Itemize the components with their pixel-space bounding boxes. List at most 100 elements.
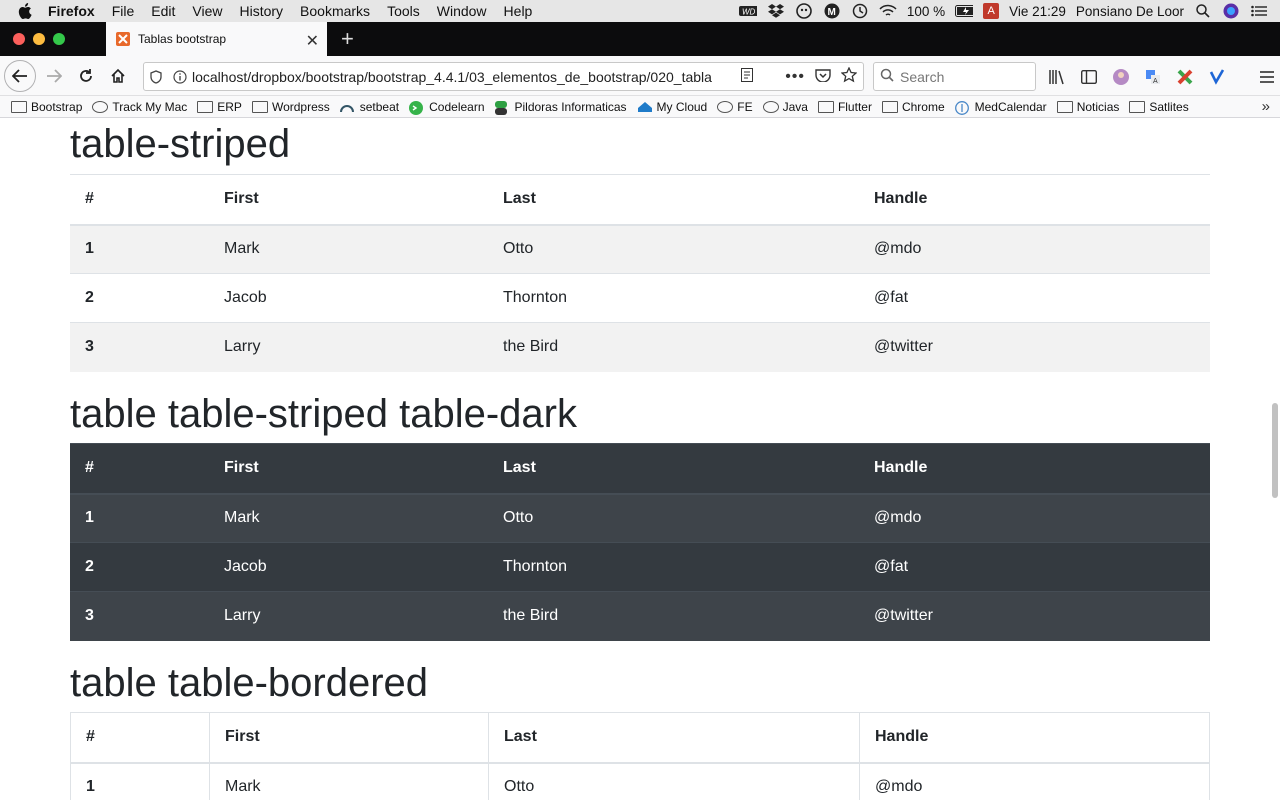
vuejs-devtools-icon[interactable] <box>1208 68 1226 86</box>
menu-history[interactable]: History <box>239 3 283 19</box>
menu-app-firefox[interactable]: Firefox <box>48 3 95 19</box>
battery-charging-icon[interactable] <box>955 4 974 18</box>
folder-icon <box>817 100 834 113</box>
bookmark-wordpress[interactable]: Wordpress <box>251 100 330 114</box>
bookmark-label: Noticias <box>1076 99 1120 114</box>
setbeat-icon <box>339 101 356 113</box>
menu-window[interactable]: Window <box>437 3 487 19</box>
bordered-table: # First Last Handle 1 Mark Otto @mdo <box>70 712 1210 800</box>
m-app-icon[interactable]: M <box>823 3 841 19</box>
tab-tablas-bootstrap[interactable]: Tablas bootstrap ✕ <box>106 22 327 56</box>
adobe-badge-icon[interactable]: A <box>983 3 1000 19</box>
globe-icon <box>717 100 734 113</box>
table-cell: 2 <box>70 273 209 323</box>
pocket-icon[interactable] <box>815 68 831 85</box>
table-cell: 3 <box>70 322 209 372</box>
ghost-icon[interactable] <box>795 3 813 19</box>
search-input[interactable]: Search <box>900 69 944 85</box>
table-bordered-wrapper: # First Last Handle 1 Mark Otto @mdo <box>70 712 1210 800</box>
bookmark-medcalendar[interactable]: MedCalendar <box>954 100 1047 115</box>
wd-drive-icon[interactable]: WD <box>738 4 757 18</box>
table-header-row: # First Last Handle <box>70 174 1210 226</box>
menu-help[interactable]: Help <box>504 3 533 19</box>
menubar-user[interactable]: Ponsiano De Loor <box>1076 4 1184 19</box>
bookmark-noticias[interactable]: Noticias <box>1056 99 1120 114</box>
notification-center-icon[interactable] <box>1250 4 1268 18</box>
menubar-clock[interactable]: Vie 21:29 <box>1009 4 1066 19</box>
bookmark-codelearn[interactable]: Codelearn <box>409 100 485 115</box>
hamburger-menu-icon[interactable] <box>1258 68 1276 86</box>
bookmark-setbeat[interactable]: setbeat <box>339 100 399 114</box>
table-cell: Mark <box>209 762 489 800</box>
bookmark-java[interactable]: Java <box>762 100 808 114</box>
forward-button[interactable] <box>38 60 70 92</box>
apple-icon[interactable] <box>18 3 32 19</box>
menu-edit[interactable]: Edit <box>151 3 175 19</box>
home-button[interactable] <box>102 60 134 92</box>
menu-bookmarks[interactable]: Bookmarks <box>300 3 370 19</box>
bookmark-my-cloud[interactable]: My Cloud <box>637 100 707 114</box>
siri-icon[interactable] <box>1222 3 1240 19</box>
translate-icon[interactable]: A <box>1144 68 1162 86</box>
bookmark-erp[interactable]: ERP <box>197 100 242 114</box>
table-row: 1 Mark Otto @mdo <box>70 762 1210 800</box>
account-avatar-icon[interactable] <box>1112 68 1130 86</box>
table-header-row: # First Last Handle <box>70 712 1210 764</box>
more-bookmarks-chevron-icon[interactable]: » <box>1262 98 1270 115</box>
folder-icon <box>881 100 898 113</box>
minimize-window-button[interactable] <box>33 33 45 45</box>
table-cell: the Bird <box>488 322 859 372</box>
spotlight-icon[interactable] <box>1194 4 1212 18</box>
search-bar[interactable]: Search <box>873 62 1036 91</box>
close-tab-icon[interactable]: ✕ <box>306 31 319 51</box>
time-machine-icon[interactable] <box>851 3 869 19</box>
battery-percent[interactable]: 100 % <box>907 4 945 19</box>
table-row: 2 Jacob Thornton @fat <box>70 273 1210 323</box>
bookmark-satlites[interactable]: Satlites <box>1129 100 1189 114</box>
extension-x-icon[interactable] <box>1176 68 1194 86</box>
section-table-dark: table table-striped table-dark <box>70 390 1210 438</box>
xampp-favicon-icon <box>116 32 130 46</box>
bookmark-label: Bootstrap <box>31 99 83 114</box>
table-row: 2 Jacob Thornton @fat <box>70 542 1210 592</box>
close-window-button[interactable] <box>13 33 25 45</box>
bookmark-chrome[interactable]: Chrome <box>881 99 945 114</box>
page-scrollbar[interactable] <box>1272 403 1278 498</box>
reload-button[interactable] <box>70 60 102 92</box>
header-cell: Handle <box>859 174 1210 226</box>
bookmark-pildoras-informaticas[interactable]: Pildoras Informaticas <box>494 100 627 115</box>
menu-file[interactable]: File <box>112 3 135 19</box>
page-actions-icon[interactable]: ••• <box>785 68 805 86</box>
bookmark-fe[interactable]: FE <box>717 100 753 114</box>
bookmark-star-icon[interactable] <box>840 66 858 86</box>
url-text[interactable]: localhost/dropbox/bootstrap/bootstrap_4.… <box>192 69 741 85</box>
table-cell: @mdo <box>859 224 1210 274</box>
dropbox-icon[interactable] <box>767 4 785 18</box>
header-cell: First <box>209 174 488 226</box>
table-cell: Otto <box>488 224 859 274</box>
bookmark-track-my-mac[interactable]: Track My Mac <box>92 100 187 114</box>
sidebar-icon[interactable] <box>1080 68 1098 86</box>
tracking-shield-icon[interactable] <box>144 69 168 84</box>
zoom-window-button[interactable] <box>53 33 65 45</box>
new-tab-button[interactable]: + <box>327 22 354 56</box>
menu-view[interactable]: View <box>192 3 222 19</box>
reader-view-icon[interactable] <box>741 68 754 85</box>
bookmark-flutter[interactable]: Flutter <box>817 100 872 114</box>
table-cell: 1 <box>70 224 209 274</box>
bookmark-label: Chrome <box>901 99 945 114</box>
folder-icon <box>11 100 27 113</box>
header-cell: # <box>70 443 209 495</box>
search-icon <box>880 68 894 85</box>
tab-strip: Tablas bootstrap ✕ + <box>0 22 1280 56</box>
svg-text:WD: WD <box>742 8 756 17</box>
wifi-icon[interactable] <box>879 4 897 18</box>
striped-dark-table: # First Last Handle 1 Mark Otto @mdo 2 Jacob… <box>70 443 1210 641</box>
table-striped-wrapper: # First Last Handle 1 Mark Otto @mdo 2 Jacob… <box>70 174 1210 372</box>
url-bar[interactable]: localhost/dropbox/bootstrap/bootstrap_4.… <box>143 62 864 91</box>
menu-tools[interactable]: Tools <box>387 3 420 19</box>
bookmark-bootstrap[interactable]: Bootstrap <box>11 100 82 114</box>
library-icon[interactable] <box>1048 68 1066 86</box>
site-info-icon[interactable] <box>168 69 192 84</box>
back-button[interactable] <box>4 59 36 92</box>
